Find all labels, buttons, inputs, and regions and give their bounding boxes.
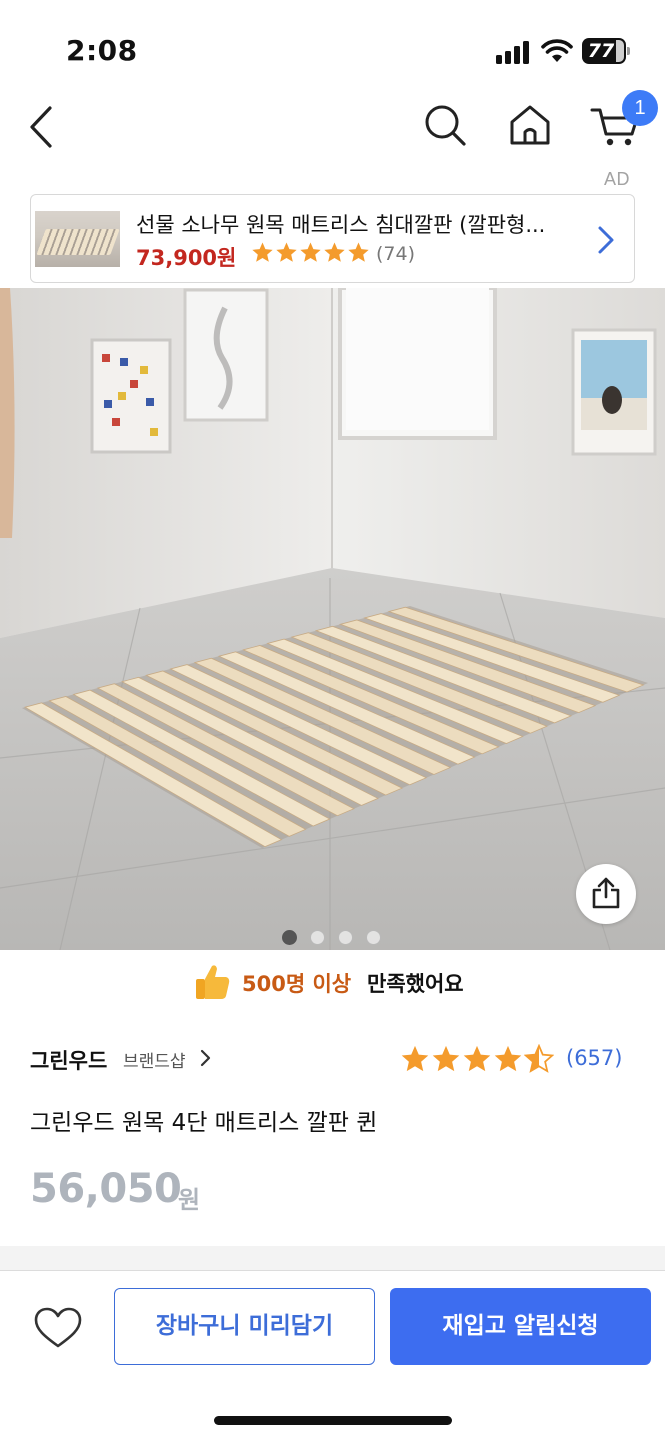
star-icon	[276, 242, 297, 262]
satisfaction-text: 만족했어요	[367, 972, 464, 996]
product-image[interactable]	[0, 288, 665, 950]
share-button[interactable]	[576, 864, 636, 924]
product-rating-stars[interactable]	[400, 1044, 554, 1074]
ad-title: 선물 소나무 원목 매트리스 침대깔판 (깔판형...	[136, 213, 546, 237]
back-icon[interactable]	[22, 104, 62, 150]
status-bar: 2:08 77	[0, 0, 665, 100]
star-icon	[348, 242, 369, 262]
ad-label: AD	[604, 169, 631, 189]
star-icon	[463, 1045, 491, 1072]
product-title: 그린우드 원목 4단 매트리스 깔판 퀸	[30, 1110, 378, 1136]
ad-banner[interactable]: 선물 소나무 원목 매트리스 침대깔판 (깔판형... 73,900원 (74)	[30, 194, 635, 283]
section-separator	[0, 1246, 665, 1270]
product-photo	[0, 288, 665, 950]
product-price: 56,050	[30, 1166, 182, 1212]
cart-count-badge[interactable]: 1	[622, 90, 658, 126]
cellular-signal-icon	[496, 40, 532, 64]
add-to-cart-button[interactable]: 장바구니 미리담기	[114, 1288, 375, 1365]
star-icon	[494, 1045, 522, 1072]
image-carousel-dots	[282, 930, 381, 945]
top-nav-bar	[0, 90, 665, 170]
product-price-unit: 원	[178, 1186, 201, 1214]
ad-rating-stars	[251, 241, 370, 264]
star-icon	[252, 242, 273, 262]
ad-price: 73,900원	[136, 246, 237, 270]
ad-product-thumbnail	[35, 211, 120, 267]
home-indicator	[214, 1416, 452, 1425]
half-star-icon	[524, 1044, 554, 1073]
brand-shop-link[interactable]: 브랜드샵	[123, 1047, 186, 1072]
thumbs-up-icon	[196, 965, 230, 999]
search-icon[interactable]	[422, 102, 468, 148]
share-icon	[592, 877, 620, 909]
star-icon	[300, 242, 321, 262]
carousel-dot[interactable]	[310, 930, 325, 945]
bottom-bar-divider	[0, 1270, 665, 1271]
chevron-right-icon[interactable]	[200, 1049, 212, 1067]
star-icon	[324, 242, 345, 262]
brand-name[interactable]: 그린우드	[30, 1045, 107, 1075]
battery-icon: 77	[582, 38, 630, 64]
ad-review-count: (74)	[376, 243, 416, 265]
wifi-icon	[541, 39, 573, 62]
carousel-dot[interactable]	[282, 930, 297, 945]
battery-level: 77	[587, 40, 615, 62]
restock-alert-button[interactable]: 재입고 알림신청	[390, 1288, 651, 1365]
heart-icon[interactable]	[30, 1300, 86, 1356]
satisfaction-highlight: 500명 이상	[242, 972, 352, 996]
chevron-right-icon	[598, 226, 614, 254]
home-icon[interactable]	[506, 102, 554, 148]
carousel-dot[interactable]	[338, 930, 353, 945]
product-review-count[interactable]: (657)	[566, 1046, 622, 1070]
star-icon	[432, 1045, 460, 1072]
status-time: 2:08	[66, 34, 138, 67]
star-icon	[401, 1045, 429, 1072]
carousel-dot[interactable]	[366, 930, 381, 945]
